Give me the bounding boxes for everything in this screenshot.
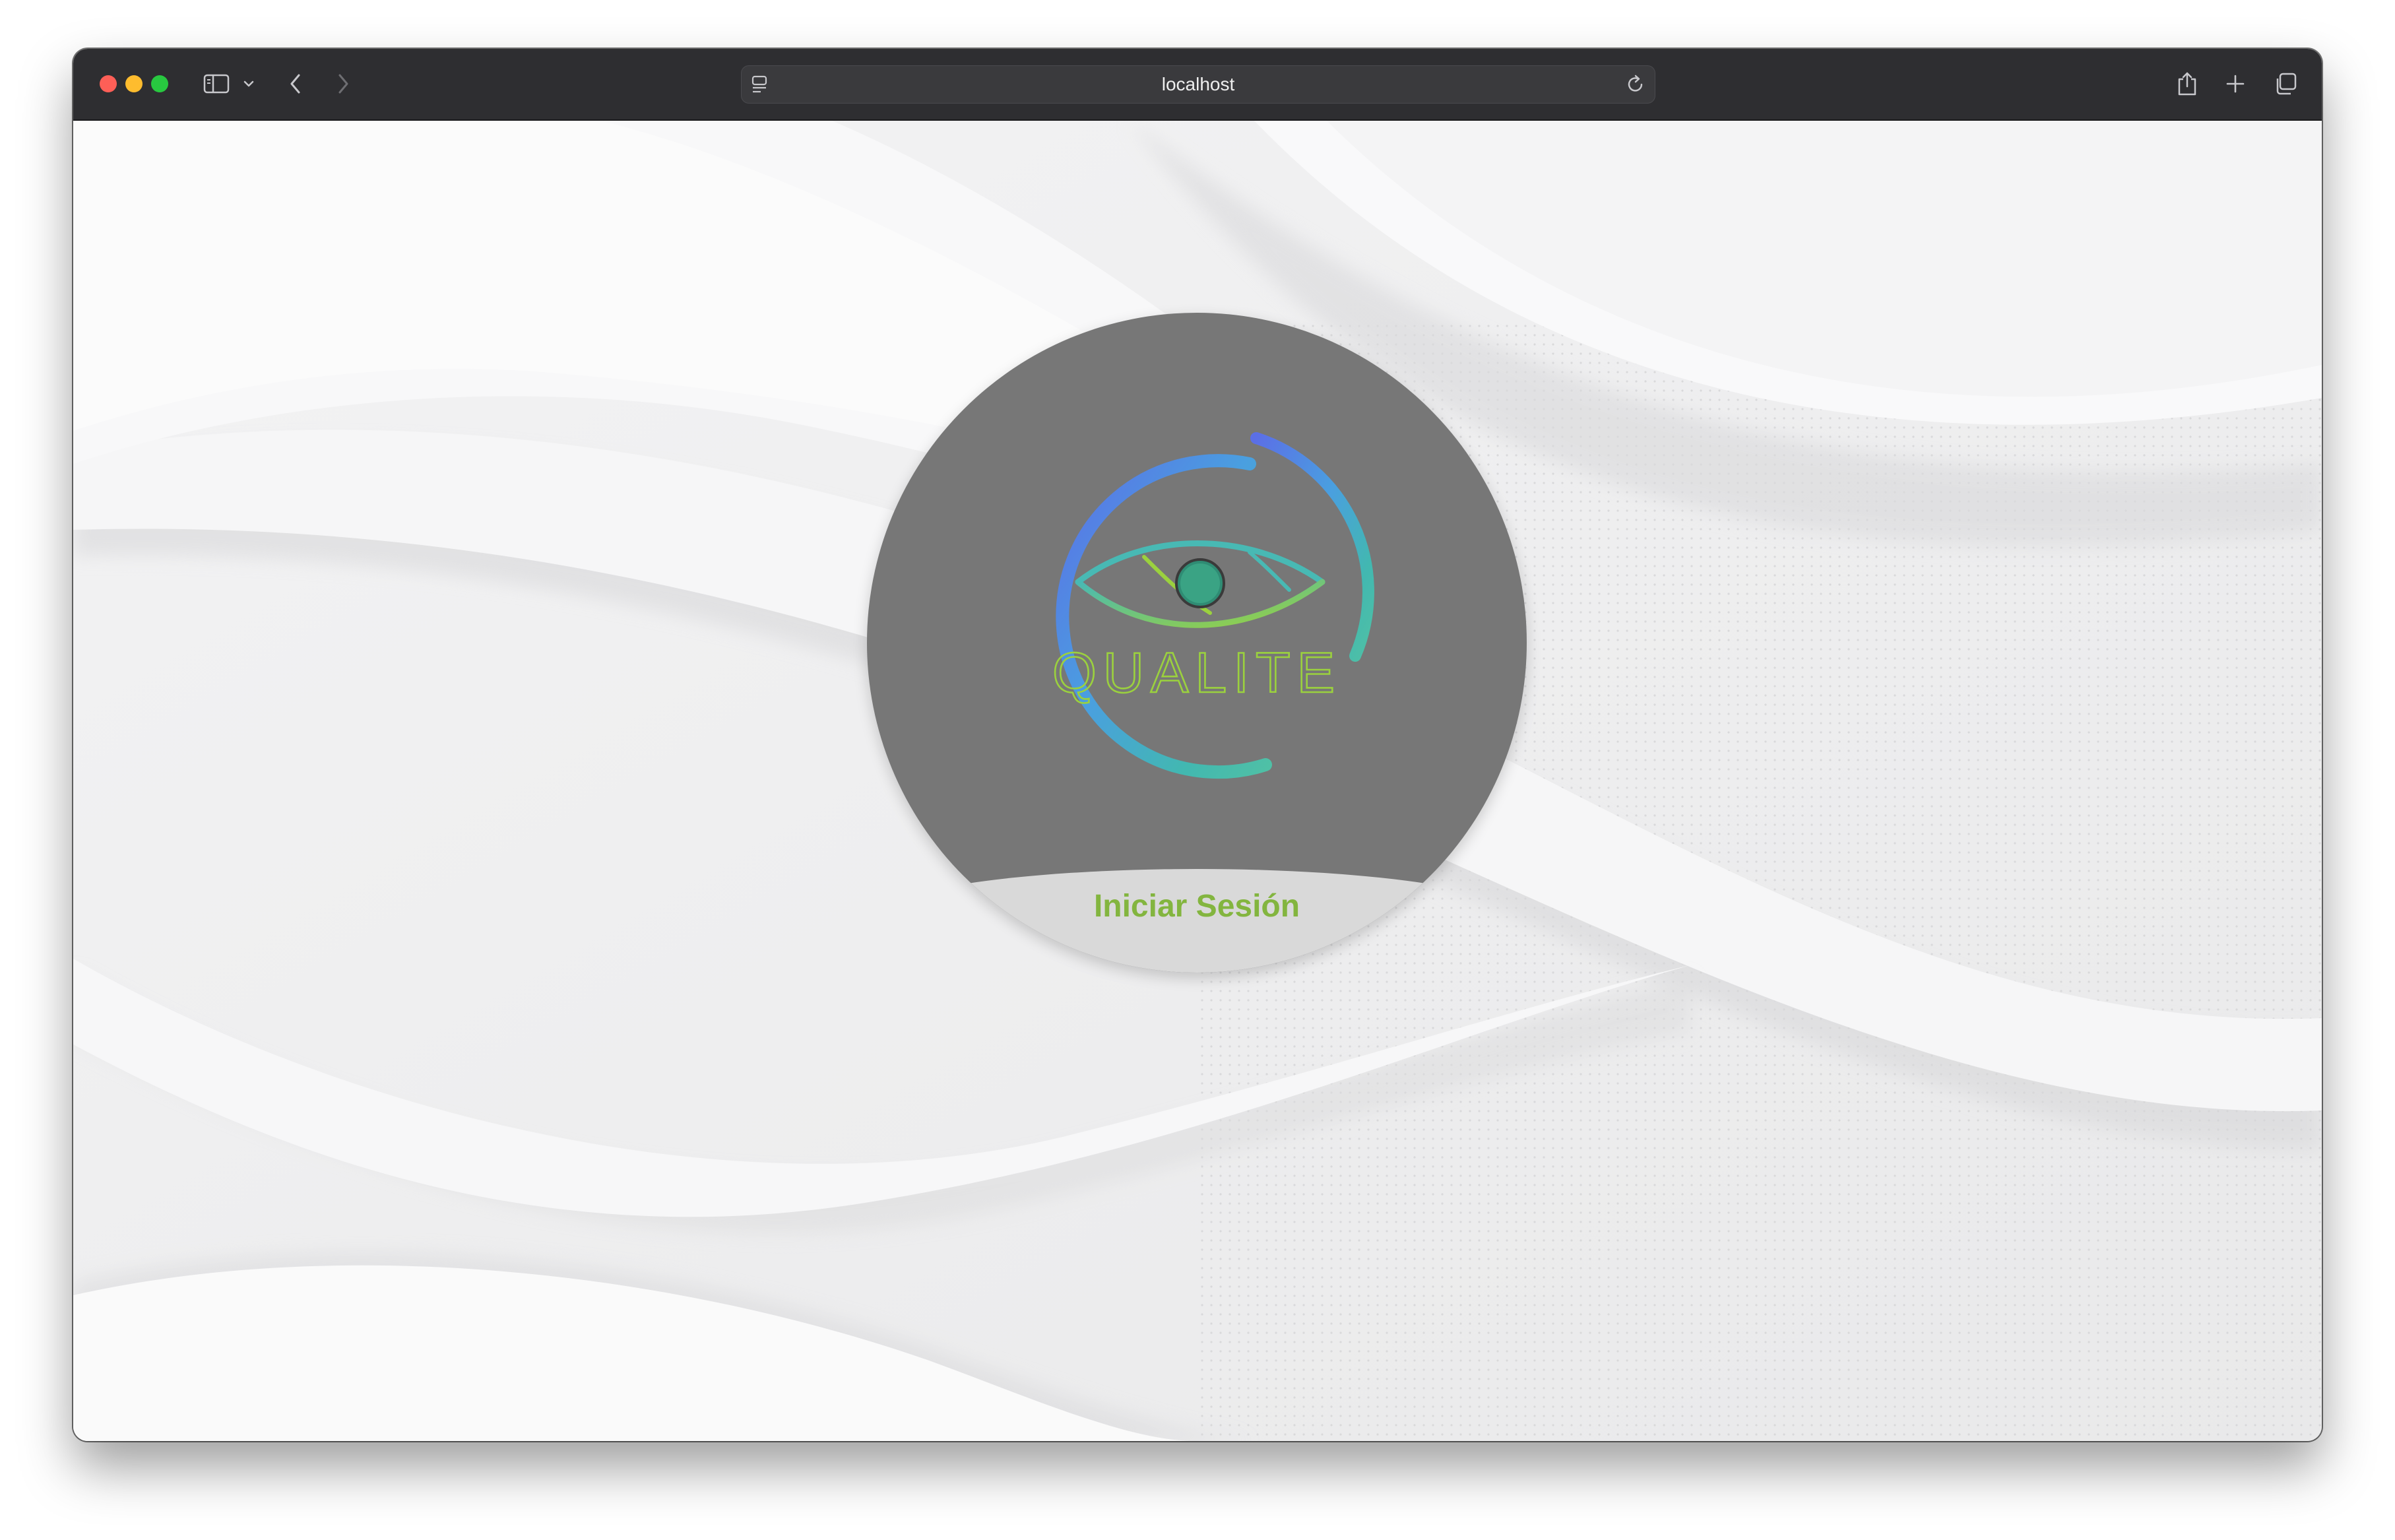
address-bar[interactable]: localhost [741,65,1655,104]
chevron-down-icon[interactable] [241,67,257,100]
url-text: localhost [1161,74,1235,94]
page-content: QUALITE Iniciar Sesión [73,121,2322,1441]
plus-icon[interactable] [2223,67,2247,100]
minimize-window-button[interactable] [125,75,143,92]
sidebar-toggle-icon[interactable] [201,67,232,100]
share-icon[interactable] [2175,67,2199,100]
browser-window: localhost QUALITE Iniciar Sesión [73,49,2322,1441]
chevron-left-icon[interactable] [286,67,305,100]
close-window-button[interactable] [100,75,117,92]
browser-toolbar: localhost [73,49,2322,121]
logo-brand-text: QUALITE [1052,641,1341,705]
tab-overview-icon[interactable] [2273,67,2298,100]
reload-icon[interactable] [1626,74,1645,98]
zoom-window-button[interactable] [151,75,168,92]
login-button-label[interactable]: Iniciar Sesión [867,888,1527,924]
logo-login-circle[interactable]: QUALITE Iniciar Sesión [867,313,1527,973]
chevron-right-icon[interactable] [333,67,353,100]
